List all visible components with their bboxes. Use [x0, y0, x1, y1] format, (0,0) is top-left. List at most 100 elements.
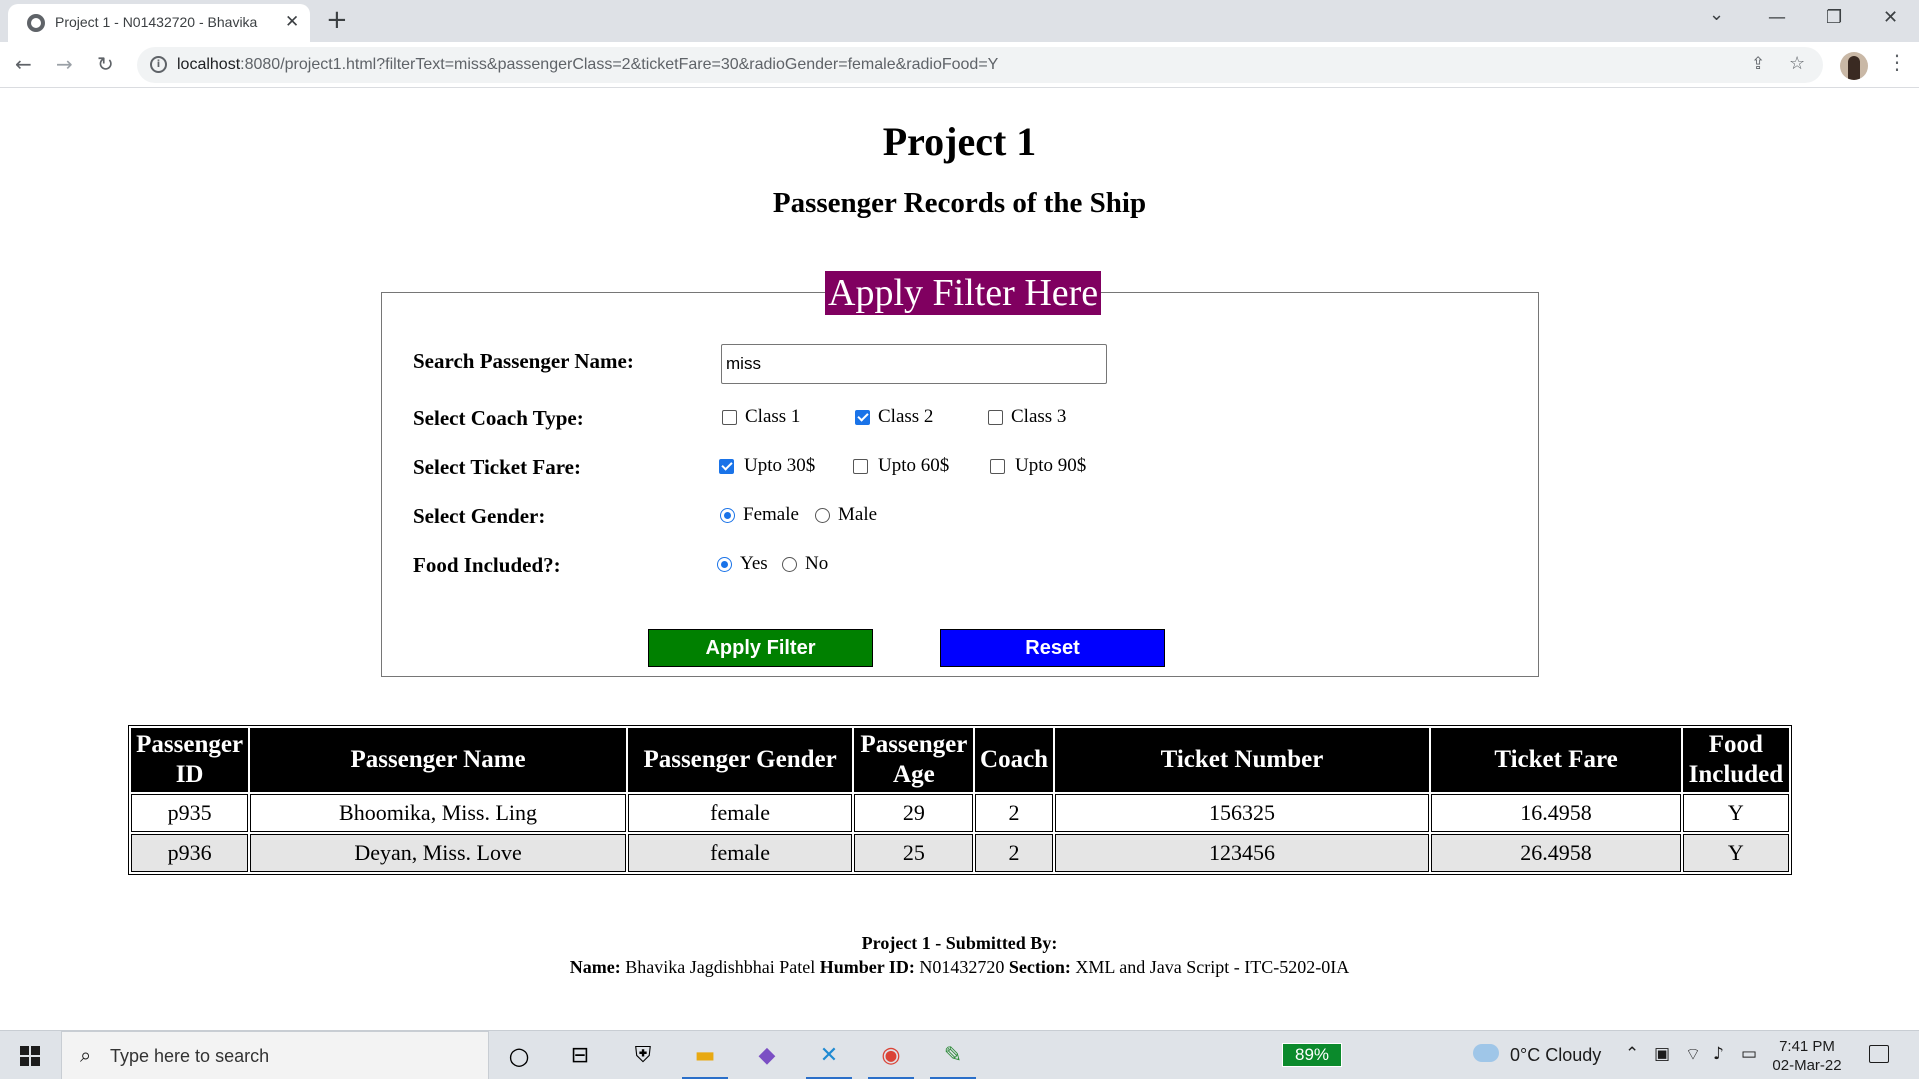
cell-passenger-name: Deyan, Miss. Love: [250, 834, 626, 872]
page-subtitle: Passenger Records of the Ship: [772, 187, 1147, 219]
browser-tab[interactable]: Project 1 - N01432720 - Bhavika ✕: [8, 4, 310, 42]
volume-icon[interactable]: ♪: [1713, 1044, 1724, 1064]
task-view-icon[interactable]: ⊟: [564, 1040, 596, 1072]
search-icon: ⌕: [80, 1043, 92, 1067]
notepad-icon[interactable]: ✎: [937, 1040, 969, 1072]
food-label: Food Included?:: [413, 553, 561, 577]
cell-ticket-number: 123456: [1054, 834, 1430, 872]
page-content: Project 1 Passenger Records of the Ship …: [0, 88, 1919, 1030]
cell-coach: 2: [975, 794, 1053, 832]
wifi-icon[interactable]: ⌔: [1685, 1044, 1701, 1065]
new-tab-button[interactable]: +: [326, 5, 348, 35]
coach-label: Select Coach Type:: [413, 406, 584, 430]
gender-male-radio[interactable]: [815, 508, 830, 523]
gender-label: Select Gender:: [413, 504, 546, 528]
coach-class3-checkbox[interactable]: [988, 410, 1003, 425]
battery-icon[interactable]: ▭: [1741, 1044, 1757, 1064]
url-text[interactable]: localhost:8080/project1.html?filterText=…: [177, 56, 998, 74]
profile-avatar[interactable]: [1840, 52, 1868, 80]
header-passenger-gender: Passenger Gender: [627, 728, 853, 792]
network-monitor-icon[interactable]: ▣: [1654, 1044, 1670, 1064]
browser-toolbar: ← → ↻ i localhost:8080/project1.html?fil…: [0, 42, 1919, 88]
weather-text[interactable]: 0°C Cloudy: [1510, 1045, 1601, 1066]
cortana-icon[interactable]: ○: [503, 1040, 535, 1072]
tab-search-icon[interactable]: ⌄: [1709, 4, 1724, 25]
reset-button[interactable]: Reset: [940, 629, 1165, 667]
apply-filter-button[interactable]: Apply Filter: [648, 629, 873, 667]
cell-ticket-fare: 16.4958: [1431, 794, 1681, 832]
cell-passenger-name: Bhoomika, Miss. Ling: [250, 794, 626, 832]
search-name-input[interactable]: [721, 344, 1107, 384]
vscode-icon[interactable]: ✕: [813, 1040, 845, 1072]
cell-food-included: Y: [1682, 794, 1789, 832]
footer-id-value: N01432720: [919, 957, 1005, 977]
bookmark-star-icon[interactable]: ☆: [1789, 53, 1805, 74]
url-path: :8080/project1.html?filterText=miss&pass…: [240, 56, 999, 73]
fare-60-label: Upto 60$: [878, 455, 950, 476]
filter-fieldset: Apply Filter Here Search Passenger Name:…: [381, 271, 1539, 677]
fare-90-checkbox[interactable]: [990, 459, 1005, 474]
coach-class1-checkbox[interactable]: [722, 410, 737, 425]
address-bar[interactable]: i localhost:8080/project1.html?filterTex…: [137, 47, 1823, 83]
windows-taskbar: ⌕ Type here to search ○ ⊟ ⛨ ▬ ◆ ✕ ◉ ✎ 89…: [0, 1030, 1919, 1079]
chevron-up-icon[interactable]: ⌃: [1625, 1044, 1639, 1064]
taskbar-search-box[interactable]: ⌕ Type here to search: [61, 1031, 489, 1079]
gender-female-radio[interactable]: [720, 508, 735, 523]
header-passenger-name: Passenger Name: [250, 728, 626, 792]
coach-class2-checkbox[interactable]: [855, 410, 870, 425]
food-yes-radio[interactable]: [717, 557, 732, 572]
tab-close-icon[interactable]: ✕: [285, 12, 299, 32]
header-coach: Coach: [975, 728, 1053, 792]
cell-ticket-number: 156325: [1054, 794, 1430, 832]
clock-time: 7:41 PM: [1779, 1038, 1835, 1055]
battery-percentage-badge[interactable]: 89%: [1282, 1043, 1342, 1067]
footer-section-value: XML and Java Script - ITC-5202-0IA: [1075, 957, 1350, 977]
name-label: Search Passenger Name:: [413, 349, 634, 373]
cell-passenger-age: 29: [854, 794, 974, 832]
header-ticket-number: Ticket Number: [1054, 728, 1430, 792]
header-ticket-fare: Ticket Fare: [1431, 728, 1681, 792]
food-no-radio[interactable]: [782, 557, 797, 572]
tab-title: Project 1 - N01432720 - Bhavika: [55, 14, 258, 30]
browser-menu-icon[interactable]: ⋮: [1887, 50, 1907, 74]
security-shield-icon[interactable]: ⛨: [627, 1040, 659, 1072]
cell-food-included: Y: [1682, 834, 1789, 872]
visual-studio-icon[interactable]: ◆: [751, 1040, 783, 1072]
reload-button[interactable]: ↻: [97, 52, 114, 76]
back-button[interactable]: ←: [15, 52, 32, 76]
windows-start-icon[interactable]: [20, 1046, 40, 1066]
passenger-table: Passenger ID Passenger Name Passenger Ge…: [128, 725, 1792, 875]
coach-class3-label: Class 3: [1011, 406, 1067, 427]
file-explorer-icon[interactable]: ▬: [689, 1040, 721, 1072]
cell-passenger-gender: female: [627, 834, 853, 872]
fare-label: Select Ticket Fare:: [413, 455, 581, 479]
cloud-weather-icon: [1473, 1044, 1499, 1062]
taskbar-clock[interactable]: 7:41 PM 02-Mar-22: [1770, 1037, 1844, 1075]
url-host: localhost: [177, 56, 241, 73]
footer-heading: Project 1 - Submitted By:: [861, 933, 1058, 953]
food-yes-label: Yes: [740, 553, 768, 574]
gender-male-label: Male: [838, 504, 878, 525]
share-icon[interactable]: ⇪: [1751, 54, 1765, 74]
header-passenger-id: Passenger ID: [131, 728, 249, 792]
fare-30-checkbox[interactable]: [719, 459, 734, 474]
globe-icon: [27, 14, 45, 32]
browser-tabstrip: Project 1 - N01432720 - Bhavika ✕ + ⌄ — …: [0, 0, 1919, 42]
cell-passenger-id: p936: [131, 834, 249, 872]
page-title: Project 1: [882, 119, 1037, 164]
filter-legend: Apply Filter Here: [825, 271, 1102, 315]
cell-coach: 2: [975, 834, 1053, 872]
table-row: p935 Bhoomika, Miss. Ling female 29 2 15…: [131, 794, 1789, 832]
forward-button[interactable]: →: [56, 52, 73, 76]
cell-passenger-id: p935: [131, 794, 249, 832]
food-no-label: No: [805, 553, 829, 574]
chrome-icon[interactable]: ◉: [875, 1040, 907, 1072]
site-info-icon[interactable]: i: [150, 56, 167, 73]
notification-icon[interactable]: [1869, 1045, 1889, 1063]
gender-female-label: Female: [743, 504, 799, 525]
close-window-button[interactable]: ✕: [1883, 7, 1898, 28]
fare-60-checkbox[interactable]: [853, 459, 868, 474]
restore-button[interactable]: ❐: [1826, 7, 1842, 28]
cell-passenger-age: 25: [854, 834, 974, 872]
minimize-button[interactable]: —: [1768, 7, 1786, 28]
